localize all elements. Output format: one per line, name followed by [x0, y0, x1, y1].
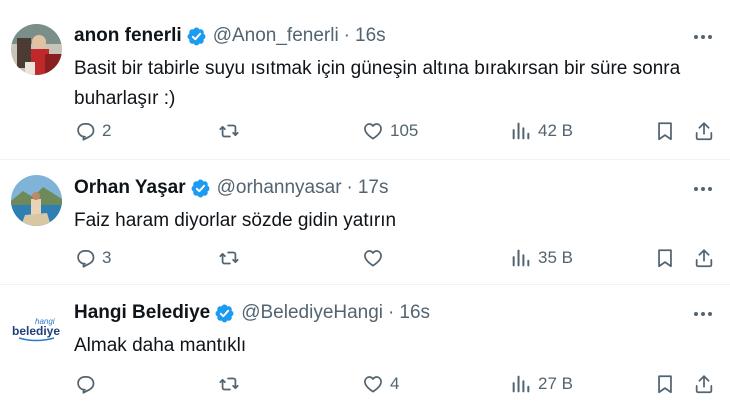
- retweet-button[interactable]: [218, 243, 246, 273]
- tweet-text: Faiz haram diyorlar sözde gidin yatırın: [74, 210, 397, 231]
- bookmark-icon: [658, 375, 672, 394]
- like-button[interactable]: 4: [362, 369, 399, 399]
- share-icon: [695, 249, 713, 268]
- more-icon[interactable]: [690, 303, 716, 325]
- verified-badge-icon: [186, 26, 207, 47]
- views-button[interactable]: 42 B: [510, 116, 573, 146]
- bookmark-button[interactable]: [654, 116, 676, 146]
- views-count: 42 B: [538, 121, 573, 140]
- tweet[interactable]: Orhan Yaşar @orhannyasar · 17s Faiz hara…: [0, 160, 730, 285]
- tweet-header: Orhan Yaşar @orhannyasar · 17s: [74, 176, 389, 200]
- reply-button[interactable]: [74, 369, 102, 399]
- timestamp[interactable]: 16s: [399, 302, 430, 324]
- retweet-button[interactable]: [218, 116, 246, 146]
- avatar[interactable]: [11, 175, 62, 226]
- like-button[interactable]: [362, 243, 390, 273]
- like-button[interactable]: 105: [362, 116, 418, 146]
- timestamp[interactable]: 17s: [358, 177, 389, 199]
- separator: ·: [343, 25, 350, 46]
- more-icon[interactable]: [690, 26, 716, 48]
- user-handle[interactable]: @Anon_fenerli: [213, 25, 339, 47]
- bookmark-button[interactable]: [654, 369, 676, 399]
- reply-feed: anon fenerli @Anon_fenerli · 16s Basit b…: [0, 0, 730, 420]
- share-button[interactable]: [693, 116, 715, 146]
- like-icon: [364, 376, 382, 393]
- more-icon[interactable]: [690, 178, 716, 200]
- retweet-button[interactable]: [218, 369, 246, 399]
- reply-button[interactable]: 2: [74, 116, 111, 146]
- avatar[interactable]: hangi belediye: [11, 302, 62, 353]
- tweet-actions: 4 27 B: [0, 369, 730, 399]
- tweet-header: Hangi Belediye @BelediyeHangi · 16s: [74, 301, 430, 325]
- verified-badge-icon: [214, 303, 235, 324]
- separator: ·: [346, 177, 353, 198]
- separator: ·: [388, 302, 395, 323]
- tweet[interactable]: hangi belediye Hangi Belediye @BelediyeH…: [0, 285, 730, 420]
- views-icon: [512, 249, 530, 267]
- tweet-text: Almak daha mantıklı: [74, 335, 247, 356]
- reply-icon: [77, 249, 95, 268]
- timestamp[interactable]: 16s: [355, 25, 386, 47]
- like-icon: [364, 250, 382, 267]
- retweet-icon: [219, 124, 239, 138]
- views-button[interactable]: 27 B: [510, 369, 573, 399]
- svg-text:belediye: belediye: [12, 324, 60, 338]
- like-count: 105: [390, 121, 419, 140]
- tweet-text: Basit bir tabirle suyu ısıtmak için güne…: [74, 58, 681, 109]
- bookmark-button[interactable]: [654, 243, 676, 273]
- tweet-header: anon fenerli @Anon_fenerli · 16s: [74, 24, 386, 48]
- views-count: 27 B: [538, 374, 573, 393]
- views-icon: [512, 122, 530, 140]
- bookmark-icon: [658, 249, 672, 268]
- bookmark-icon: [658, 122, 672, 141]
- reply-count: 3: [102, 248, 112, 267]
- tweet-actions: 3 35 B: [0, 243, 730, 273]
- views-button[interactable]: 35 B: [510, 243, 573, 273]
- hangi-belediye-logo: hangi belediye: [11, 302, 62, 353]
- display-name[interactable]: anon fenerli: [74, 25, 182, 47]
- tweet-actions: 2 105 42 B: [0, 116, 730, 146]
- display-name[interactable]: Orhan Yaşar: [74, 177, 186, 199]
- verified-badge-icon: [190, 178, 211, 199]
- share-button[interactable]: [693, 243, 715, 273]
- views-count: 35 B: [538, 248, 573, 267]
- reply-button[interactable]: 3: [74, 243, 111, 273]
- reply-icon: [77, 375, 95, 394]
- share-button[interactable]: [693, 369, 715, 399]
- share-icon: [695, 122, 713, 141]
- reply-count: 2: [102, 121, 112, 140]
- like-icon: [364, 123, 382, 140]
- reply-icon: [77, 122, 95, 141]
- user-handle[interactable]: @orhannyasar: [217, 177, 342, 199]
- user-handle[interactable]: @BelediyeHangi: [241, 302, 383, 324]
- share-icon: [695, 375, 713, 394]
- retweet-icon: [219, 377, 239, 391]
- display-name[interactable]: Hangi Belediye: [74, 302, 210, 324]
- views-icon: [512, 375, 530, 393]
- avatar[interactable]: [11, 24, 62, 75]
- tweet[interactable]: anon fenerli @Anon_fenerli · 16s Basit b…: [0, 0, 730, 160]
- retweet-icon: [219, 251, 239, 265]
- like-count: 4: [390, 374, 400, 393]
